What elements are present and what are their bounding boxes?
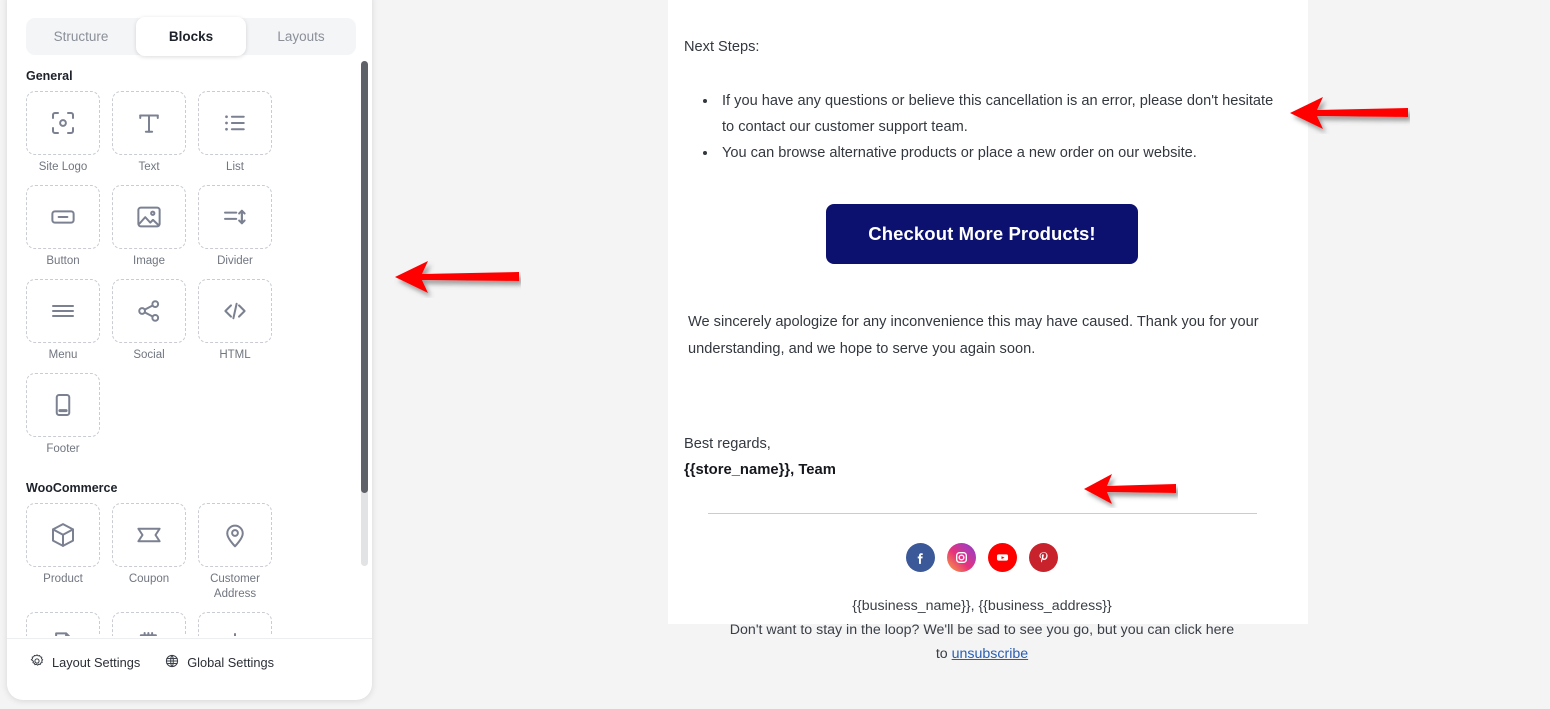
- block-label: Coupon: [128, 573, 170, 585]
- block-label: Divider: [217, 255, 253, 267]
- list-item: If you have any questions or believe thi…: [718, 88, 1280, 140]
- pinterest-icon[interactable]: [1029, 543, 1058, 572]
- footer-divider: [707, 513, 1257, 514]
- screen-root: Structure Blocks Layouts General Site Lo…: [0, 0, 1550, 709]
- image-icon[interactable]: [112, 185, 186, 249]
- layout-settings-label: Layout Settings: [52, 655, 141, 670]
- block-label: Product: [43, 573, 83, 585]
- tab-blocks[interactable]: Blocks: [136, 17, 246, 56]
- arrow-to-blocks-panel: [393, 256, 521, 298]
- block-item-download[interactable]: [198, 612, 272, 636]
- block-item-site-logo[interactable]: Site Logo: [26, 91, 100, 175]
- layout-settings-button[interactable]: Layout Settings: [29, 653, 140, 672]
- site-logo-icon[interactable]: [26, 91, 100, 155]
- block-item-html[interactable]: HTML: [198, 279, 272, 363]
- block-item-product[interactable]: Product: [26, 503, 100, 602]
- group-title-woocommerce: WooCommerce: [26, 481, 118, 495]
- notepad-icon[interactable]: [112, 612, 186, 636]
- store-name-line: {{store_name}}, Team: [684, 462, 836, 478]
- blocks-panel: Structure Blocks Layouts General Site Lo…: [7, 0, 372, 700]
- location-pin-icon[interactable]: [198, 503, 272, 567]
- gear-icon: [29, 653, 45, 672]
- regards-line: Best regards,: [684, 436, 771, 452]
- coupon-ticket-icon[interactable]: [112, 503, 186, 567]
- block-item-image[interactable]: Image: [112, 185, 186, 269]
- tab-layouts[interactable]: Layouts: [246, 18, 356, 55]
- global-settings-button[interactable]: Global Settings: [164, 653, 274, 672]
- block-item-coupon[interactable]: Coupon: [112, 503, 186, 602]
- block-item-list[interactable]: List: [198, 91, 272, 175]
- download-icon[interactable]: [198, 612, 272, 636]
- block-label: Button: [46, 255, 80, 267]
- block-label: HTML: [219, 349, 251, 361]
- block-item-order-summary[interactable]: Order Summary: [26, 612, 100, 636]
- block-label: Image: [133, 255, 165, 267]
- block-item-social[interactable]: Social: [112, 279, 186, 363]
- group-title-general: General: [26, 69, 73, 83]
- block-item-menu[interactable]: Menu: [26, 279, 100, 363]
- unsubscribe-link[interactable]: unsubscribe: [952, 646, 1029, 662]
- block-label: Footer: [46, 443, 80, 455]
- blocks-grid-general: Site Logo Text List Button Image Divider…: [26, 91, 356, 467]
- product-box-icon[interactable]: [26, 503, 100, 567]
- facebook-icon[interactable]: [906, 543, 935, 572]
- list-icon[interactable]: [198, 91, 272, 155]
- apology-paragraph: We sincerely apologize for any inconveni…: [688, 314, 1259, 357]
- cta-wrapper: Checkout More Products!: [684, 204, 1280, 264]
- block-label: Site Logo: [38, 161, 88, 173]
- button-icon[interactable]: [26, 185, 100, 249]
- block-label: Menu: [48, 349, 78, 361]
- text-icon[interactable]: [112, 91, 186, 155]
- blocks-grid-woocommerce: Product Coupon Customer Address: [26, 503, 356, 636]
- list-item: You can browse alternative products or p…: [718, 140, 1280, 166]
- next-steps-heading: Next Steps:: [684, 39, 760, 55]
- menu-icon[interactable]: [26, 279, 100, 343]
- block-label: Text: [138, 161, 160, 173]
- block-item-divider[interactable]: Divider: [198, 185, 272, 269]
- block-item-notepad[interactable]: [112, 612, 186, 636]
- instagram-icon[interactable]: [947, 543, 976, 572]
- social-share-icon[interactable]: [112, 279, 186, 343]
- panel-scrollbar-thumb[interactable]: [361, 61, 368, 493]
- block-item-text[interactable]: Text: [112, 91, 186, 175]
- email-preview-canvas: Next Steps: If you have any questions or…: [668, 0, 1308, 662]
- globe-icon: [164, 653, 180, 672]
- next-steps-list: If you have any questions or believe thi…: [718, 88, 1280, 166]
- divider-icon[interactable]: [198, 185, 272, 249]
- footer-icon[interactable]: [26, 373, 100, 437]
- youtube-icon[interactable]: [988, 543, 1017, 572]
- block-label: Customer Address: [210, 573, 260, 600]
- block-item-footer[interactable]: Footer: [26, 373, 100, 457]
- block-label: List: [226, 161, 244, 173]
- order-document-icon[interactable]: [26, 612, 100, 636]
- blocks-scroll-area: General Site Logo Text List Button Image…: [7, 61, 372, 636]
- unsubscribe-line: Don't want to stay in the loop? We'll be…: [724, 618, 1240, 666]
- block-label: Social: [133, 349, 165, 361]
- social-icons-row: [684, 543, 1280, 572]
- business-line: {{business_name}}, {{business_address}}: [852, 598, 1112, 614]
- tab-structure[interactable]: Structure: [26, 18, 136, 55]
- block-item-customer-address[interactable]: Customer Address: [198, 503, 272, 602]
- email-footer-text: {{business_name}}, {{business_address}} …: [684, 594, 1280, 666]
- checkout-more-products-button[interactable]: Checkout More Products!: [826, 204, 1138, 264]
- panel-footer-bar: Layout Settings Global Settings: [7, 638, 372, 686]
- panel-tabbar: Structure Blocks Layouts: [26, 17, 356, 56]
- code-icon[interactable]: [198, 279, 272, 343]
- block-item-button[interactable]: Button: [26, 185, 100, 269]
- global-settings-label: Global Settings: [187, 655, 275, 670]
